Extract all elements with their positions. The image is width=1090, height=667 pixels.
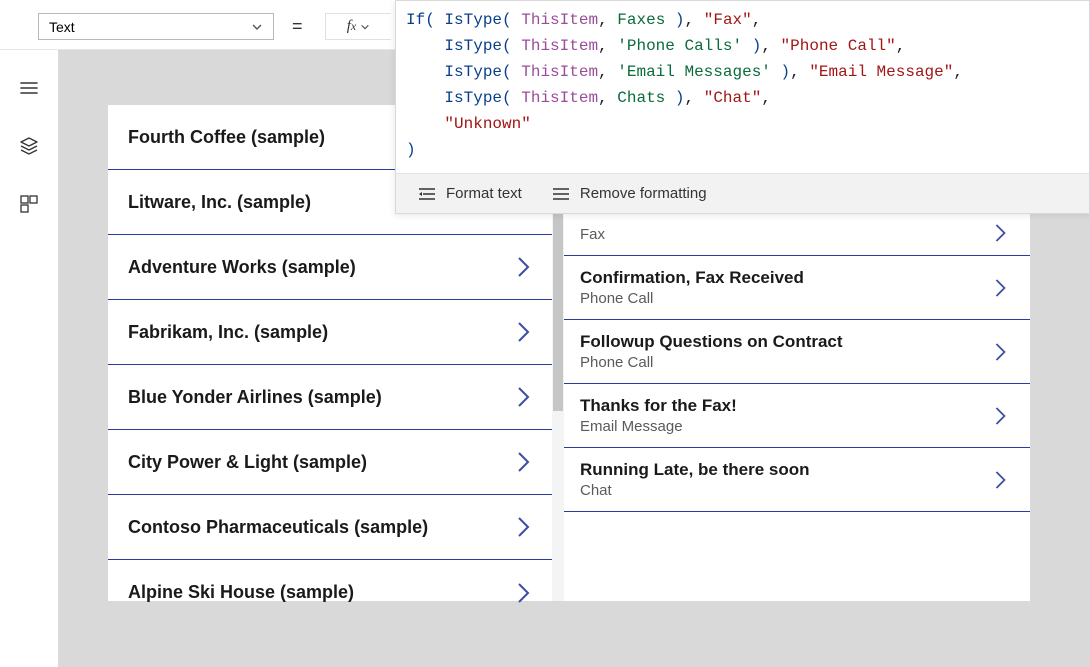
- fx-button[interactable]: fx: [325, 13, 391, 40]
- chevron-right-icon: [514, 319, 532, 345]
- activity-row[interactable]: Fax: [564, 215, 1030, 256]
- format-text-label: Format text: [446, 185, 522, 202]
- chevron-right-icon: [514, 580, 532, 606]
- chevron-right-icon: [992, 468, 1008, 492]
- activity-row[interactable]: Thanks for the Fax! Email Message: [564, 384, 1030, 448]
- row-title: Litware, Inc. (sample): [128, 192, 311, 213]
- activity-type: Email Message: [580, 418, 737, 435]
- activity-type: Phone Call: [580, 290, 804, 307]
- remove-formatting-button[interactable]: Remove formatting: [552, 185, 707, 202]
- chevron-down-icon: [251, 21, 263, 33]
- remove-formatting-label: Remove formatting: [580, 185, 707, 202]
- activity-title: Running Late, be there soon: [580, 460, 810, 480]
- gallery-row[interactable]: Fabrikam, Inc. (sample): [108, 300, 552, 365]
- components-icon[interactable]: [19, 194, 39, 214]
- layers-icon[interactable]: [19, 136, 39, 156]
- remove-format-icon: [552, 187, 570, 201]
- row-title: Blue Yonder Airlines (sample): [128, 387, 382, 408]
- gallery-row[interactable]: Alpine Ski House (sample): [108, 560, 552, 625]
- chevron-right-icon: [514, 384, 532, 410]
- gallery-row[interactable]: Contoso Pharmaceuticals (sample): [108, 495, 552, 560]
- gallery-row[interactable]: City Power & Light (sample): [108, 430, 552, 495]
- chevron-right-icon: [514, 514, 532, 540]
- activity-type: Chat: [580, 482, 810, 499]
- chevron-right-icon: [514, 254, 532, 280]
- gallery-row[interactable]: Blue Yonder Airlines (sample): [108, 365, 552, 430]
- chevron-right-icon: [992, 404, 1008, 428]
- activity-row[interactable]: Confirmation, Fax Received Phone Call: [564, 256, 1030, 320]
- chevron-right-icon: [992, 221, 1008, 245]
- row-title: Adventure Works (sample): [128, 257, 356, 278]
- activity-title: Confirmation, Fax Received: [580, 268, 804, 288]
- row-title: Contoso Pharmaceuticals (sample): [128, 517, 428, 538]
- chevron-right-icon: [992, 276, 1008, 300]
- chevron-down-icon: [360, 22, 370, 32]
- activity-type: Fax: [580, 226, 605, 243]
- formula-editor[interactable]: If( IsType( ThisItem, Faxes ), "Fax", Is…: [396, 1, 1089, 173]
- row-title: Alpine Ski House (sample): [128, 582, 354, 603]
- row-title: City Power & Light (sample): [128, 452, 367, 473]
- activity-row[interactable]: Running Late, be there soon Chat: [564, 448, 1030, 512]
- formula-editor-panel: If( IsType( ThisItem, Faxes ), "Fax", Is…: [395, 0, 1090, 214]
- chevron-right-icon: [992, 340, 1008, 364]
- property-selector-value: Text: [49, 19, 75, 35]
- format-icon: [418, 187, 436, 201]
- activity-type: Phone Call: [580, 354, 843, 371]
- chevron-right-icon: [514, 449, 532, 475]
- activity-title: Followup Questions on Contract: [580, 332, 843, 352]
- hamburger-icon[interactable]: [19, 78, 39, 98]
- activity-row[interactable]: Followup Questions on Contract Phone Cal…: [564, 320, 1030, 384]
- row-title: Fabrikam, Inc. (sample): [128, 322, 328, 343]
- row-title: Fourth Coffee (sample): [128, 127, 325, 148]
- activity-title: Thanks for the Fax!: [580, 396, 737, 416]
- format-text-button[interactable]: Format text: [418, 185, 522, 202]
- formula-toolbar: Format text Remove formatting: [396, 173, 1089, 213]
- app-sidebar: [0, 0, 58, 667]
- gallery-row[interactable]: Adventure Works (sample): [108, 235, 552, 300]
- property-selector[interactable]: Text: [38, 13, 274, 40]
- equals-sign: =: [292, 16, 303, 37]
